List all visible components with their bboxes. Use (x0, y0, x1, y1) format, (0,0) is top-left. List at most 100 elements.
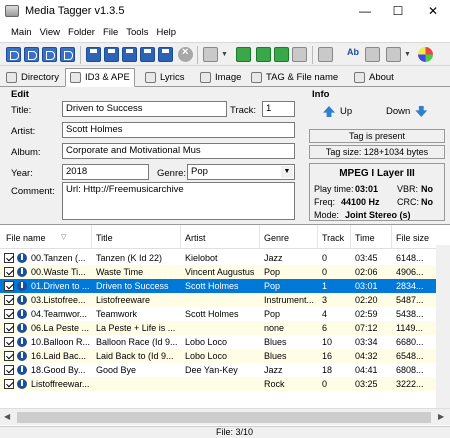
cell-file-name: 04.Teamwor... (31, 309, 88, 319)
open-folder-d-icon[interactable] (6, 47, 21, 62)
cell-size: 6548... (396, 351, 424, 361)
rename-icon[interactable] (274, 47, 289, 62)
scroll-left-icon[interactable]: ◀ (4, 412, 10, 421)
column-divider[interactable] (180, 225, 181, 249)
cell-file-name: 18.Good By... (31, 365, 86, 375)
replace-icon[interactable] (292, 47, 307, 62)
title-label: Title: (11, 105, 32, 116)
row-checkbox[interactable] (4, 379, 14, 389)
table-row[interactable]: 03.Listofree... Listofreeware Instrument..… (0, 293, 450, 307)
table-row[interactable]: Listoffreewar... Rock 0 03:25 3222... (0, 377, 450, 391)
menu-folder[interactable]: Folder (68, 27, 95, 38)
tree-icon[interactable] (365, 47, 380, 62)
case-convert-icon[interactable]: Ab (347, 47, 362, 62)
key-icon[interactable] (318, 47, 333, 62)
album-field[interactable]: Corporate and Motivational Mus (62, 143, 295, 159)
chevron-down-icon[interactable]: ▼ (221, 51, 228, 58)
column-divider[interactable] (350, 225, 351, 249)
tag-tools-icon[interactable] (203, 47, 218, 62)
save-icon[interactable] (86, 47, 101, 62)
menu-file[interactable]: File (103, 27, 118, 38)
column-divider[interactable] (91, 225, 92, 249)
genre-select[interactable]: Pop ▼ (187, 164, 295, 180)
column-header-time[interactable]: Time (355, 233, 375, 243)
row-checkbox[interactable] (4, 337, 14, 347)
cell-genre: Rock (264, 379, 285, 389)
up-button[interactable]: Up (323, 106, 352, 117)
table-row[interactable]: 04.Teamwor... Teamwork Scott Holmes Pop 4 02:… (0, 307, 450, 321)
mp3-file-icon (17, 323, 27, 333)
row-checkbox[interactable] (4, 253, 14, 263)
playlist-icon[interactable] (256, 47, 271, 62)
comment-field[interactable]: Url: Http://Freemusicarchive (62, 182, 295, 220)
table-row[interactable]: 00.Waste Ti... Waste Time Vincent Augustus… (0, 265, 450, 279)
title-bar: Media Tagger v1.3.5 — ☐ ✕ (0, 0, 450, 22)
row-checkbox[interactable] (4, 365, 14, 375)
scroll-right-icon[interactable]: ▶ (438, 412, 444, 421)
table-row[interactable]: 18.Good By... Good Bye Dee Yan-Key Jazz 18 04… (0, 363, 450, 377)
horizontal-scrollbar[interactable]: ◀ ▶ (0, 408, 450, 425)
tab-label: ID3 & APE (85, 72, 130, 83)
save-all-icon[interactable] (104, 47, 119, 62)
table-row[interactable]: 16.Laid Bac... Laid Back to (Id 9... Lobo … (0, 349, 450, 363)
column-header-file-size[interactable]: File size (396, 233, 429, 243)
down-button[interactable]: Down (386, 106, 428, 117)
row-checkbox[interactable] (4, 281, 14, 291)
year-field[interactable]: 2018 (62, 164, 149, 180)
refresh-d-icon[interactable] (42, 47, 57, 62)
folder-icon (6, 72, 17, 83)
mp3-file-icon (17, 351, 27, 361)
table-row[interactable]: 06.La Peste ... La Peste + Life is ... non… (0, 321, 450, 335)
genre-value: Pop (191, 166, 208, 177)
row-checkbox[interactable] (4, 295, 14, 305)
palette-icon[interactable] (418, 47, 433, 62)
minimize-button[interactable]: — (350, 0, 380, 22)
save-ape-icon[interactable] (140, 47, 155, 62)
vertical-scrollbar[interactable] (436, 245, 450, 408)
row-checkbox[interactable] (4, 309, 14, 319)
save-tag-icon[interactable] (122, 47, 137, 62)
close-button[interactable]: ✕ (418, 0, 448, 22)
column-header-file-name[interactable]: File name (6, 233, 46, 243)
artist-field[interactable]: Scott Holmes (62, 122, 295, 138)
column-divider[interactable] (317, 225, 318, 249)
tab-directory[interactable]: Directory (6, 69, 59, 86)
tab-id3-ape[interactable]: ID3 & APE (65, 68, 135, 87)
menu-main[interactable]: Main (11, 27, 32, 38)
chevron-down-icon[interactable]: ▼ (281, 166, 293, 178)
row-checkbox[interactable] (4, 323, 14, 333)
menu-view[interactable]: View (40, 27, 60, 38)
table-row[interactable]: 10.Balloon R... Balloon Race (Id 9... Lobo… (0, 335, 450, 349)
cell-time: 03:01 (355, 281, 378, 291)
tag-size-box: Tag size: 128+1034 bytes (309, 145, 445, 159)
scroll-thumb[interactable] (17, 412, 431, 423)
column-header-genre[interactable]: Genre (264, 233, 289, 243)
status-bar: File: 3/10 (0, 426, 450, 438)
table-row[interactable]: 00.Tanzen (... Tanzen (K Id 22) Kielobot Ja… (0, 251, 450, 265)
column-header-artist[interactable]: Artist (185, 233, 206, 243)
cancel-icon[interactable] (178, 46, 193, 62)
tab-tag-file-name[interactable]: TAG & File name (251, 69, 338, 86)
column-header-title[interactable]: Title (96, 233, 113, 243)
save-lyrics-icon[interactable] (158, 47, 173, 62)
menu-tools[interactable]: Tools (126, 27, 148, 38)
cell-title: Waste Time (96, 267, 144, 277)
table-row[interactable]: 01.Driven to ... Driven to Success Scott H… (0, 279, 450, 293)
column-header-track[interactable]: Track (322, 233, 344, 243)
row-checkbox[interactable] (4, 351, 14, 361)
chevron-down-icon[interactable]: ▼ (404, 51, 411, 58)
row-checkbox[interactable] (4, 267, 14, 277)
tab-image[interactable]: Image (200, 69, 241, 86)
folder-tree-d-icon[interactable] (60, 47, 75, 62)
tab-about[interactable]: About (354, 69, 394, 86)
settings-icon[interactable] (386, 47, 401, 62)
column-divider[interactable] (259, 225, 260, 249)
tab-lyrics[interactable]: Lyrics (145, 69, 184, 86)
title-field[interactable]: Driven to Success (62, 101, 227, 117)
maximize-button[interactable]: ☐ (383, 0, 413, 22)
open-subfolder-d-icon[interactable] (24, 47, 39, 62)
menu-help[interactable]: Help (156, 27, 176, 38)
column-divider[interactable] (391, 225, 392, 249)
track-field[interactable]: 1 (262, 101, 295, 117)
excel-export-icon[interactable] (236, 47, 251, 62)
